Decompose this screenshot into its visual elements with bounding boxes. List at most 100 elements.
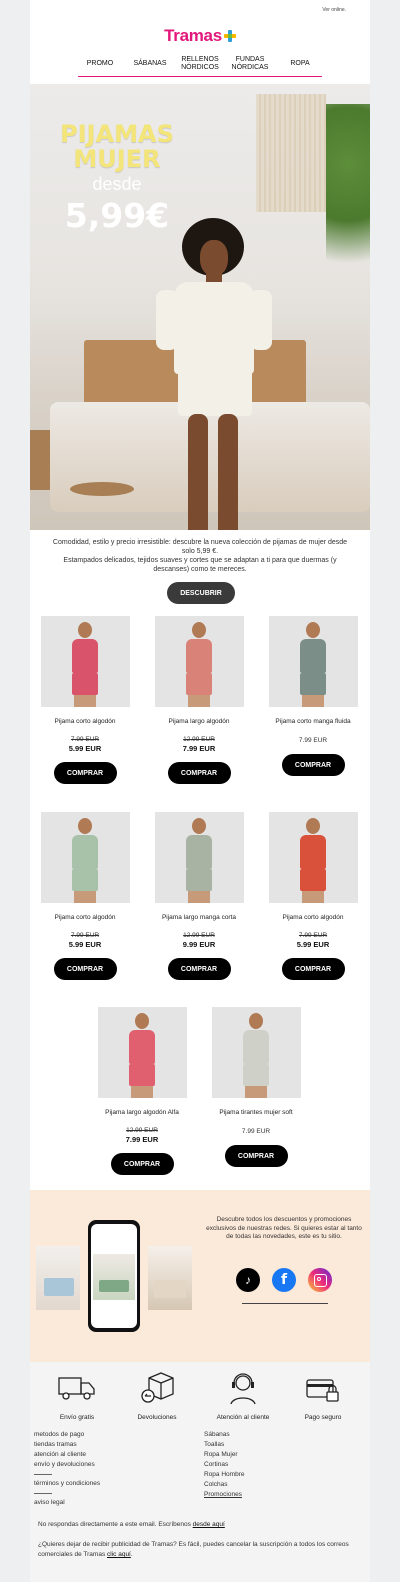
nav-item-ropa[interactable]: ROPA xyxy=(278,60,322,68)
phone-mockup xyxy=(88,1220,140,1332)
nav-item-fundas-nordicas[interactable]: FUNDAS NÓRDICAS xyxy=(228,56,272,72)
product-name[interactable]: Pijama corto algodón xyxy=(266,913,360,923)
product-name[interactable]: Pijama largo manga corta xyxy=(152,913,246,923)
comprar-button[interactable]: COMPRAR xyxy=(281,958,345,980)
product-image[interactable] xyxy=(154,616,244,707)
truck-icon xyxy=(57,1368,97,1408)
service-label: Devoluciones xyxy=(137,1414,177,1421)
intro-paragraph-1: Comodidad, estilo y precio irresistible:… xyxy=(52,539,348,555)
unsubscribe-link[interactable]: clic aquí xyxy=(107,1551,131,1558)
nav-item-promo[interactable]: PROMO xyxy=(78,60,122,68)
hero-title: PIJAMAS MUJER xyxy=(52,122,182,172)
footer-link[interactable]: Cortinas xyxy=(204,1460,244,1470)
product-name[interactable]: Pijama largo algodón xyxy=(152,717,246,727)
product-image[interactable] xyxy=(268,812,358,903)
top-bar: Ver online. xyxy=(30,0,370,22)
plus-logo-icon xyxy=(223,30,236,42)
logo-text: Tramas xyxy=(164,26,222,45)
logo[interactable]: Tramas xyxy=(30,26,370,46)
product-old-price: 7.99 EUR xyxy=(70,932,100,939)
view-online-link[interactable]: Ver online. xyxy=(322,7,346,13)
comprar-button[interactable]: COMPRAR xyxy=(167,762,231,784)
footer-link[interactable]: Colchas xyxy=(204,1480,244,1490)
comprar-button[interactable]: COMPRAR xyxy=(53,762,117,784)
service-label: Envío gratis xyxy=(59,1414,95,1421)
social-section: Descubre todos los descuentos y promocio… xyxy=(30,1190,370,1362)
wall-decoration xyxy=(256,94,326,212)
product-card[interactable]: Pijama corto algodón 7.99 EUR 5.99 EUR COMP… xyxy=(266,812,360,980)
footer-link[interactable]: atención al cliente xyxy=(34,1450,100,1460)
product-image[interactable] xyxy=(154,812,244,903)
product-card[interactable]: Pijama corto manga fluida 7.99 EUR COMPRAR xyxy=(266,616,360,776)
divider xyxy=(242,1303,328,1304)
hero-title-line1: PIJAMAS xyxy=(60,120,174,148)
comprar-button[interactable]: COMPRAR xyxy=(281,754,345,776)
no-reply-note: No respondas directamente a este email. … xyxy=(38,1520,358,1530)
footer-link[interactable]: aviso legal xyxy=(34,1498,100,1508)
service-envio[interactable]: Envío gratis xyxy=(42,1368,112,1421)
product-card[interactable]: Pijama corto algodón 7.99 EUR 5.99 EUR COMP… xyxy=(38,616,132,784)
product-image[interactable] xyxy=(211,1007,301,1098)
comprar-button[interactable]: COMPRAR xyxy=(110,1153,174,1175)
product-old-price: 7.99 EUR xyxy=(70,736,100,743)
nav-item-sabanas[interactable]: SÁBANAS xyxy=(128,60,172,68)
footer-link[interactable]: metodos de pago xyxy=(34,1430,100,1440)
main-nav: PROMO SÁBANAS RELLENOS NÓRDICOS FUNDAS N… xyxy=(78,52,322,77)
product-image[interactable] xyxy=(97,1007,187,1098)
footer-link[interactable]: tiendas tramas xyxy=(34,1440,100,1450)
product-name[interactable]: Pijama corto manga fluida xyxy=(266,717,360,727)
tiktok-icon[interactable]: ♪ xyxy=(236,1268,260,1292)
footer-link[interactable]: términos y condiciones xyxy=(34,1479,100,1489)
footer-link[interactable]: envío y devoluciones xyxy=(34,1460,100,1470)
footer-link[interactable]: Ropa Mujer xyxy=(204,1450,244,1460)
service-pago[interactable]: Pago seguro xyxy=(288,1368,358,1421)
footer-link[interactable]: Ropa Hombre xyxy=(204,1470,244,1480)
footer-link[interactable]: Sábanas xyxy=(204,1430,244,1440)
side-table-image xyxy=(70,482,134,496)
footer-link[interactable]: Toallas xyxy=(204,1440,244,1450)
product-image[interactable] xyxy=(40,616,130,707)
headset-icon xyxy=(223,1368,263,1408)
product-name[interactable]: Pijama corto algodón xyxy=(38,913,132,923)
product-card[interactable]: Pijama largo manga corta 12.99 EUR 9.99 EU… xyxy=(152,812,246,980)
contact-link[interactable]: desde aquí xyxy=(193,1521,225,1528)
link-separator xyxy=(34,1474,52,1475)
box-return-icon xyxy=(137,1368,177,1408)
comprar-button[interactable]: COMPRAR xyxy=(167,958,231,980)
email-container: Ver online. Tramas PROMO SÁBANAS RELLENO… xyxy=(30,0,370,1582)
facebook-icon[interactable]: f xyxy=(272,1268,296,1292)
product-card[interactable]: Pijama largo algodón Alfa 12.99 EUR 7.99 E… xyxy=(95,1007,189,1175)
service-label: Pago seguro xyxy=(304,1414,342,1421)
service-devoluciones[interactable]: Devoluciones xyxy=(122,1368,192,1421)
product-old-price: 7.99 EUR xyxy=(298,932,328,939)
product-price: 5.99 EUR xyxy=(68,940,102,949)
product-price: 7.99 EUR xyxy=(298,737,328,744)
product-image[interactable] xyxy=(268,616,358,707)
comprar-button[interactable]: COMPRAR xyxy=(224,1145,288,1167)
model-photo xyxy=(154,218,272,530)
product-price: 7.99 EUR xyxy=(241,1128,271,1135)
nav-item-rellenos-nordicos[interactable]: RELLENOS NÓRDICOS xyxy=(178,56,222,72)
descubrir-button[interactable]: DESCUBRIR xyxy=(167,582,235,604)
hero-banner[interactable]: PIJAMAS MUJER desde 5,99€ xyxy=(30,84,370,530)
product-old-price: 12.99 EUR xyxy=(126,1127,158,1134)
product-card[interactable]: Pijama tirantes mujer soft 7.99 EUR COMPRA… xyxy=(209,1007,303,1167)
product-card[interactable]: Pijama corto algodón 7.99 EUR 5.99 EUR COMP… xyxy=(38,812,132,980)
comprar-button[interactable]: COMPRAR xyxy=(53,958,117,980)
product-name[interactable]: Pijama tirantes mujer soft xyxy=(209,1108,303,1118)
hero-title-line2: MUJER xyxy=(73,145,161,173)
bedroom-photo-right xyxy=(148,1246,192,1310)
footer-links-right: Sábanas Toallas Ropa Mujer Cortinas Ropa… xyxy=(204,1430,244,1500)
product-card[interactable]: Pijama largo algodón 12.99 EUR 7.99 EUR COM… xyxy=(152,616,246,784)
services-footer: Envío gratis Devoluciones Atención al cl… xyxy=(30,1362,370,1582)
footer-link[interactable]: Promociones xyxy=(204,1490,244,1500)
product-name[interactable]: Pijama corto algodón xyxy=(38,717,132,727)
intro-paragraph-2: Estampados delicados, tejidos suaves y c… xyxy=(63,557,337,573)
instagram-icon[interactable] xyxy=(308,1268,332,1292)
social-text: Descubre todos los descuentos y promocio… xyxy=(206,1216,362,1240)
product-image[interactable] xyxy=(40,812,130,903)
service-atencion[interactable]: Atención al cliente xyxy=(208,1368,278,1421)
hero-price: 5,99€ xyxy=(64,196,170,235)
product-name[interactable]: Pijama largo algodón Alfa xyxy=(95,1108,189,1118)
unsubscribe-text: ¿Quieres dejar de recibir publicidad de … xyxy=(38,1541,349,1558)
